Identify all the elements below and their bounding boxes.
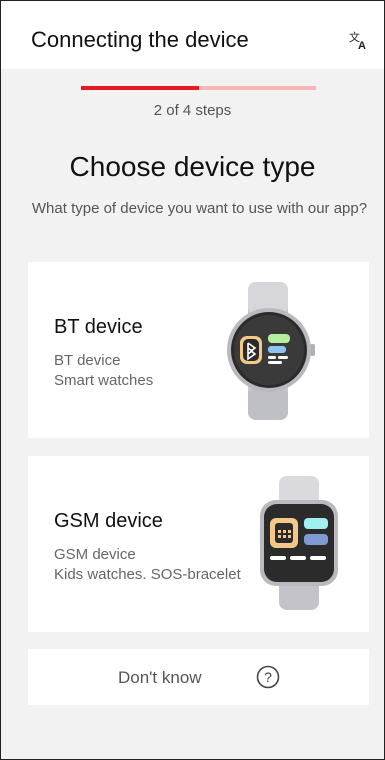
gsm-device-category: Kids watches. SOS-bracelet (54, 566, 241, 583)
svg-text:?: ? (264, 669, 272, 685)
step-progress-fill (81, 86, 199, 90)
bt-device-category: Smart watches (54, 372, 154, 389)
bt-device-option[interactable]: BT device BT device Smart watches (28, 262, 369, 438)
page-subtitle: What type of device you want to use with… (31, 200, 368, 217)
dont-know-button[interactable]: Don't know ? (28, 649, 369, 705)
svg-text:A: A (358, 40, 366, 51)
bt-device-description: BT device (54, 352, 121, 369)
top-app-bar: Connecting the device 文 A (1, 1, 384, 69)
translate-icon[interactable]: 文 A (348, 29, 370, 51)
question-circle-icon[interactable]: ? (256, 665, 280, 689)
gsm-device-title: GSM device (54, 510, 163, 532)
step-progress-bar (81, 86, 316, 90)
gsm-device-option[interactable]: GSM device GSM device Kids watches. SOS-… (28, 456, 369, 632)
page-title: Choose device type (69, 151, 316, 182)
gsm-device-description: GSM device (54, 546, 136, 563)
dont-know-label: Don't know (118, 668, 202, 687)
gsm-kids-watch-icon (260, 476, 338, 610)
bluetooth-smartwatch-icon (227, 282, 315, 420)
step-counter: 2 of 4 steps (153, 102, 232, 119)
app-screen: Connecting the device 文 A 2 of 4 steps C… (0, 0, 385, 760)
bt-device-title: BT device (54, 316, 143, 338)
screen-title: Connecting the device (31, 27, 249, 52)
